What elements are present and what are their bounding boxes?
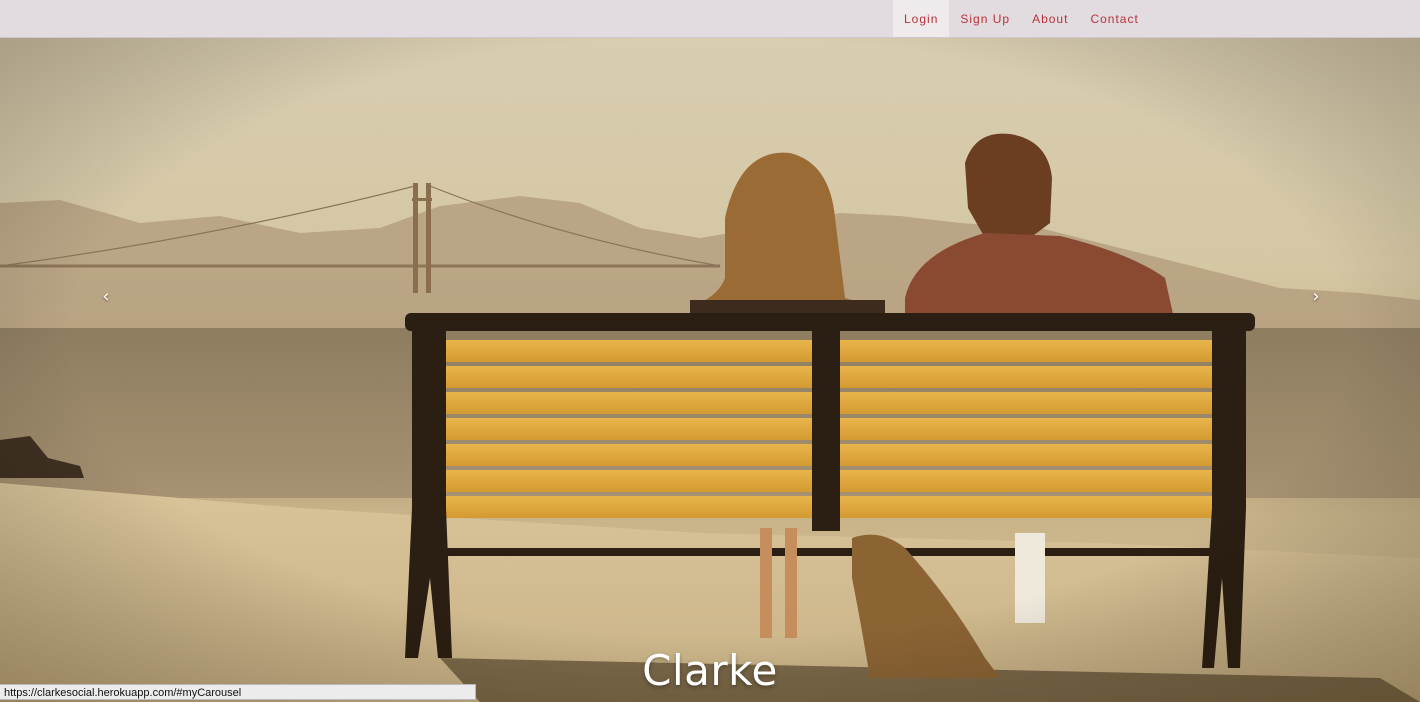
top-navbar: Login Sign Up About Contact bbox=[0, 0, 1420, 38]
nav-signup-link[interactable]: Sign Up bbox=[949, 0, 1021, 37]
nav-links: Login Sign Up About Contact bbox=[893, 0, 1150, 37]
carousel-next-button[interactable]: › bbox=[1304, 284, 1328, 308]
nav-contact-link[interactable]: Contact bbox=[1079, 0, 1149, 37]
chevron-left-icon: ‹ bbox=[102, 285, 110, 307]
chevron-right-icon: › bbox=[1312, 285, 1320, 307]
browser-status-bar-url: https://clarkesocial.herokuapp.com/#myCa… bbox=[0, 684, 476, 700]
nav-login-link[interactable]: Login bbox=[893, 0, 950, 37]
nav-about-link[interactable]: About bbox=[1021, 0, 1079, 37]
carousel-slide-image bbox=[0, 38, 1420, 702]
hero-carousel: ‹ › Clarke bbox=[0, 38, 1420, 702]
carousel-prev-button[interactable]: ‹ bbox=[94, 284, 118, 308]
